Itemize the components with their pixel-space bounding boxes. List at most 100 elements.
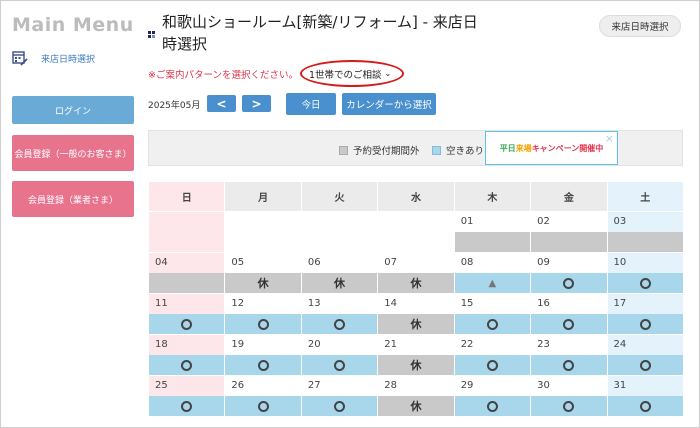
calendar-day-cell[interactable]: 11 [147,293,226,335]
status-available[interactable] [531,273,607,293]
pattern-notice: ※ご案内パターンを選択ください。 [148,70,298,81]
campaign-popup[interactable]: 平日 来場 キャンペーン開催中 × [485,131,618,165]
status-available[interactable] [225,355,301,375]
status-closed: 休 [225,273,301,293]
calendar-day-cell[interactable]: 29 [453,375,532,417]
legend-swatch-available [432,146,441,155]
day-number: 10 [613,257,627,268]
day-number: 26 [231,380,245,391]
close-icon[interactable]: × [605,132,614,145]
calendar-day-cell[interactable]: 19 [224,334,302,376]
calendar-day-cell: 02 [530,211,608,253]
calendar-day-cell[interactable]: 18 [147,334,226,376]
calendar-day-cell[interactable]: 26 [224,375,302,417]
circle-icon [563,318,575,330]
calendar-day-cell[interactable]: 27 [300,375,379,417]
status-outside-period [607,232,683,252]
status-outside-period [454,232,531,252]
status-available[interactable] [531,355,607,375]
status-closed: 休 [378,355,454,375]
reservation-top-button[interactable]: 来店日時選択 [599,15,681,37]
status-available[interactable] [607,396,683,416]
calendar-week-row: 04 05 休 06 休 07 休 08 ▲ 09 10 [147,252,685,294]
status-limited[interactable]: ▲ [454,273,531,293]
status-available[interactable] [531,396,607,416]
status-available[interactable] [454,355,531,375]
calendar-day-cell[interactable]: 22 [453,334,532,376]
circle-icon [334,359,346,371]
circle-icon [639,277,651,289]
status-available[interactable] [225,314,301,334]
weekday-tue: 火 [300,181,379,212]
calendar-day-cell: 07 休 [377,252,455,294]
register-business-button[interactable]: 会員登録（業者さま） [12,181,134,217]
calendar-day-cell[interactable]: 16 [530,293,608,335]
calendar-day-cell[interactable]: 09 [530,252,608,294]
circle-icon [563,400,575,412]
prev-month-button[interactable]: < [207,95,236,112]
calendar-day-cell[interactable]: 31 [606,375,685,417]
calendar-day-cell[interactable]: 12 [224,293,302,335]
select-from-calendar-button[interactable]: カレンダーから選択 [342,93,436,115]
day-number: 06 [307,257,321,268]
calendar-day-cell[interactable]: 13 [300,293,379,335]
calendar-day-cell[interactable]: 30 [530,375,608,417]
status-available[interactable] [149,396,225,416]
next-month-button[interactable]: > [242,95,271,112]
status-available[interactable] [301,314,378,334]
calendar-day-cell: 01 [453,211,532,253]
calendar-day-cell: 21 休 [377,334,455,376]
calendar-edit-icon [12,51,28,66]
day-number: 24 [613,339,627,350]
legend-available-label: 空きあり [446,146,485,157]
day-number: 02 [537,216,550,227]
circle-icon [639,359,651,371]
status-available[interactable] [454,314,531,334]
weekday-fri: 金 [530,181,608,212]
sidebar-title: Main Menu [12,14,134,36]
circle-icon [486,400,498,412]
calendar-day-cell[interactable]: 17 [606,293,685,335]
status-available[interactable] [149,314,225,334]
status-available[interactable] [607,314,683,334]
login-button[interactable]: ログイン [12,96,134,124]
calendar-day-cell[interactable]: 10 [606,252,685,294]
highlight-ellipse [300,60,404,87]
weekday-header-row: 日 月 火 水 木 金 土 [147,181,685,212]
calendar-day-cell[interactable]: 23 [530,334,608,376]
status-available[interactable] [607,355,683,375]
status-available[interactable] [531,314,607,334]
calendar-day-cell[interactable]: 25 [147,375,226,417]
calendar-day-cell[interactable]: 24 [606,334,685,376]
calendar-day-cell: 14 休 [377,293,455,335]
circle-icon [486,359,498,371]
status-outside-period [149,273,225,293]
status-available[interactable] [607,273,683,293]
calendar-body: 01 02 03 04 05 休 06 休 07 休 08 ▲ 09 10 11 12 13 14 休 15 16 17 1… [147,211,685,417]
register-general-button[interactable]: 会員登録（一般のお客さま） [12,135,134,171]
status-available[interactable] [301,396,378,416]
sidebar-link-reservation[interactable]: 来店日時選択 [41,52,95,65]
calendar-day-cell[interactable]: 08 ▲ [453,252,532,294]
calendar-day-cell [300,211,379,253]
day-number: 30 [537,380,550,391]
status-available[interactable] [149,355,225,375]
day-number: 12 [231,298,245,309]
circle-icon [563,359,575,371]
status-available[interactable] [301,355,378,375]
circle-icon [257,359,269,371]
page-title: 和歌山ショールーム[新築/リフォーム] - 来店日時選択 [162,13,478,53]
calendar-day-cell[interactable]: 15 [453,293,532,335]
day-number: 03 [613,216,627,227]
calendar-week-row: 01 02 03 [147,211,685,253]
status-available[interactable] [225,396,301,416]
day-number: 08 [460,257,474,268]
day-number: 01 [460,216,474,227]
status-outside-period [531,232,607,252]
calendar-day-cell[interactable]: 20 [300,334,379,376]
calendar-day-cell: 28 休 [377,375,455,417]
status-available[interactable] [454,396,531,416]
circle-icon [486,318,498,330]
day-number: 05 [231,257,245,268]
today-button[interactable]: 今日 [286,93,336,115]
